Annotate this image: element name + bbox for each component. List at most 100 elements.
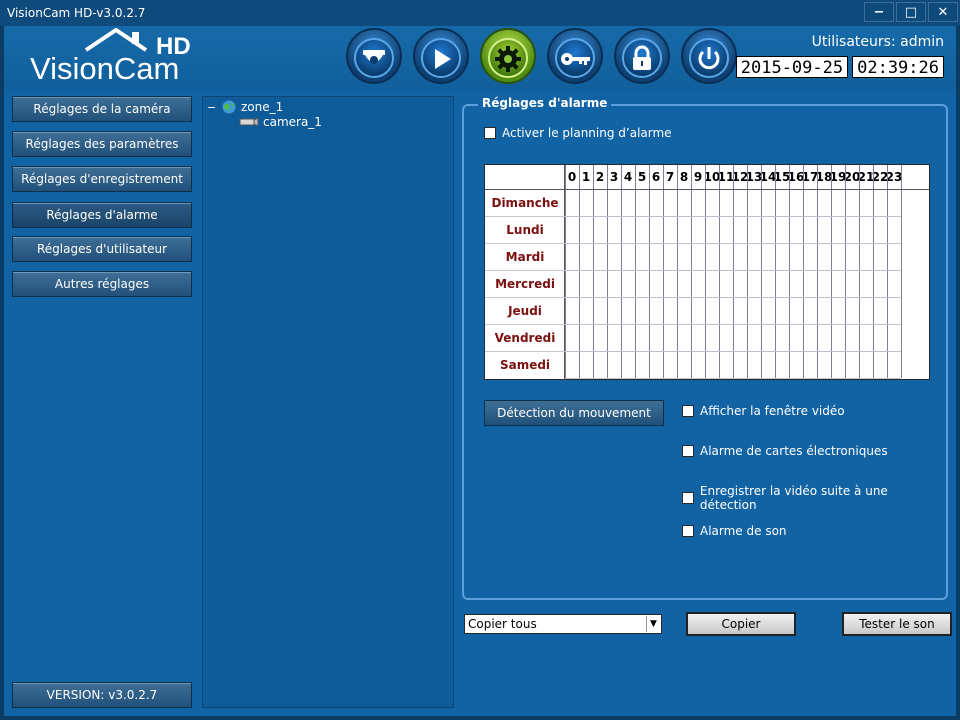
hour-label: 3 — [609, 170, 619, 184]
version-button[interactable]: VERSION: v3.0.2.7 — [12, 682, 192, 708]
hour-label: 7 — [665, 170, 675, 184]
hour-label: 1 — [581, 170, 591, 184]
nav-camera[interactable] — [346, 28, 402, 84]
motion-detection-button[interactable]: Détection du mouvement — [484, 400, 664, 426]
day-column: Dimanche Lundi Mardi Mercredi Jeudi Vendredi S… — [485, 165, 565, 381]
sound-alarm-checkbox[interactable] — [682, 525, 694, 537]
nav-keys[interactable] — [547, 28, 603, 84]
option-row[interactable]: Alarme de cartes électroniques — [682, 444, 888, 458]
close-button[interactable]: ✕ — [928, 2, 958, 22]
alarm-groupbox: Réglages d'alarme Activer le planning d’… — [462, 96, 948, 600]
time-display: 02:39:26 — [852, 56, 944, 78]
grid-line — [565, 351, 901, 352]
option-row[interactable]: Alarme de son — [682, 524, 787, 538]
header-separator — [485, 189, 929, 190]
enable-schedule-checkbox[interactable] — [484, 127, 496, 139]
chevron-down-icon[interactable]: ▼ — [646, 616, 660, 632]
datetime-display: 2015-09-25 02:39:26 — [735, 56, 944, 78]
grid-line — [859, 165, 860, 378]
key-icon — [561, 53, 590, 65]
option-row[interactable]: Enregistrer la vidéo suite à une détecti… — [682, 484, 946, 512]
test-sound-button[interactable]: Tester le son — [842, 612, 952, 636]
grid-line — [803, 165, 804, 378]
grid-line — [733, 165, 734, 378]
option-row[interactable]: Afficher la fenêtre vidéo — [682, 404, 845, 418]
grid-line — [831, 165, 832, 378]
show-video-checkbox[interactable] — [682, 405, 694, 417]
day-label: Jeudi — [485, 297, 565, 324]
hour-label: 4 — [623, 170, 633, 184]
grid-line — [747, 165, 748, 378]
grid-line — [565, 324, 901, 325]
hour-label: 23 — [885, 170, 903, 184]
sidebar-item-recording-settings[interactable]: Réglages d'enregistrement — [12, 166, 192, 192]
grid-line — [565, 297, 901, 298]
sidebar-item-other-settings[interactable]: Autres réglages — [12, 271, 192, 297]
grid-line — [565, 270, 901, 271]
visioncam-logo: HD VisionCam — [28, 27, 218, 88]
tree-node-camera[interactable]: camera_1 — [239, 115, 322, 129]
zone-label: zone_1 — [241, 100, 284, 114]
nav-settings[interactable] — [480, 28, 536, 84]
grid-line — [677, 165, 678, 378]
window-controls: − □ ✕ — [864, 2, 958, 22]
option-label: Afficher la fenêtre vidéo — [700, 404, 845, 418]
camera-device-icon — [239, 117, 259, 127]
main-area: Réglages de la caméra Réglages des param… — [0, 90, 960, 720]
logo-brand: VisionCam — [30, 51, 179, 86]
collapse-toggle[interactable]: − — [207, 101, 217, 114]
camera-label: camera_1 — [263, 115, 322, 129]
option-label: Alarme de son — [700, 524, 787, 538]
power-icon — [698, 47, 720, 70]
camera-icon — [363, 50, 385, 64]
device-tree: − zone_1 camera_1 — [202, 96, 454, 708]
alarm-settings-panel: Réglages d'alarme Activer le planning d’… — [462, 96, 954, 708]
copy-button[interactable]: Copier — [686, 612, 796, 636]
nav-lock[interactable] — [614, 28, 670, 84]
grid-line — [565, 378, 901, 379]
hour-label: 2 — [595, 170, 605, 184]
grid-line — [593, 165, 594, 378]
enable-schedule-row[interactable]: Activer le planning d’alarme — [484, 126, 672, 140]
copy-target-value: Copier tous — [468, 617, 537, 631]
grid-line — [649, 165, 650, 378]
nav-power[interactable] — [681, 28, 737, 84]
copy-target-select[interactable]: Copier tous ▼ — [464, 614, 662, 634]
sidebar-item-alarm-settings[interactable]: Réglages d'alarme — [12, 202, 192, 228]
globe-icon — [221, 99, 237, 115]
grid-line — [705, 165, 706, 378]
nav-playback[interactable] — [413, 28, 469, 84]
play-icon — [435, 49, 451, 69]
title-bar: VisionCam HD-v3.0.2.7 − □ ✕ — [0, 0, 960, 26]
electronic-card-alarm-checkbox[interactable] — [682, 445, 694, 457]
hour-label: 8 — [679, 170, 689, 184]
grid-line — [761, 165, 762, 378]
grid-line — [775, 165, 776, 378]
tree-node-zone[interactable]: − zone_1 — [207, 99, 283, 115]
day-label: Mardi — [485, 243, 565, 270]
minimize-button[interactable]: − — [864, 2, 894, 22]
gear-icon — [495, 46, 521, 72]
day-label: Dimanche — [485, 189, 565, 216]
sidebar-item-camera-settings[interactable]: Réglages de la caméra — [12, 96, 192, 122]
window-title: VisionCam HD-v3.0.2.7 — [7, 6, 146, 20]
sidebar-item-parameter-settings[interactable]: Réglages des paramètres — [12, 131, 192, 157]
grid-line — [635, 165, 636, 378]
maximize-button[interactable]: □ — [896, 2, 926, 22]
sidebar-item-user-settings[interactable]: Réglages d'utilisateur — [12, 236, 192, 262]
day-label: Lundi — [485, 216, 565, 243]
grid-line — [565, 165, 566, 378]
grid-line — [621, 165, 622, 378]
lock-icon — [633, 45, 651, 70]
grid-line — [817, 165, 818, 378]
grid-line — [887, 165, 888, 378]
option-label: Enregistrer la vidéo suite à une détecti… — [699, 484, 888, 512]
record-on-detection-checkbox[interactable] — [682, 492, 694, 504]
hour-label: 5 — [637, 170, 647, 184]
grid-line — [607, 165, 608, 378]
hour-label: 0 — [567, 170, 577, 184]
day-label: Samedi — [485, 351, 565, 378]
alarm-schedule-grid[interactable]: Dimanche Lundi Mardi Mercredi Jeudi Vendredi S… — [484, 164, 930, 381]
grid-line — [565, 216, 901, 217]
current-user: Utilisateurs: admin — [811, 34, 944, 50]
